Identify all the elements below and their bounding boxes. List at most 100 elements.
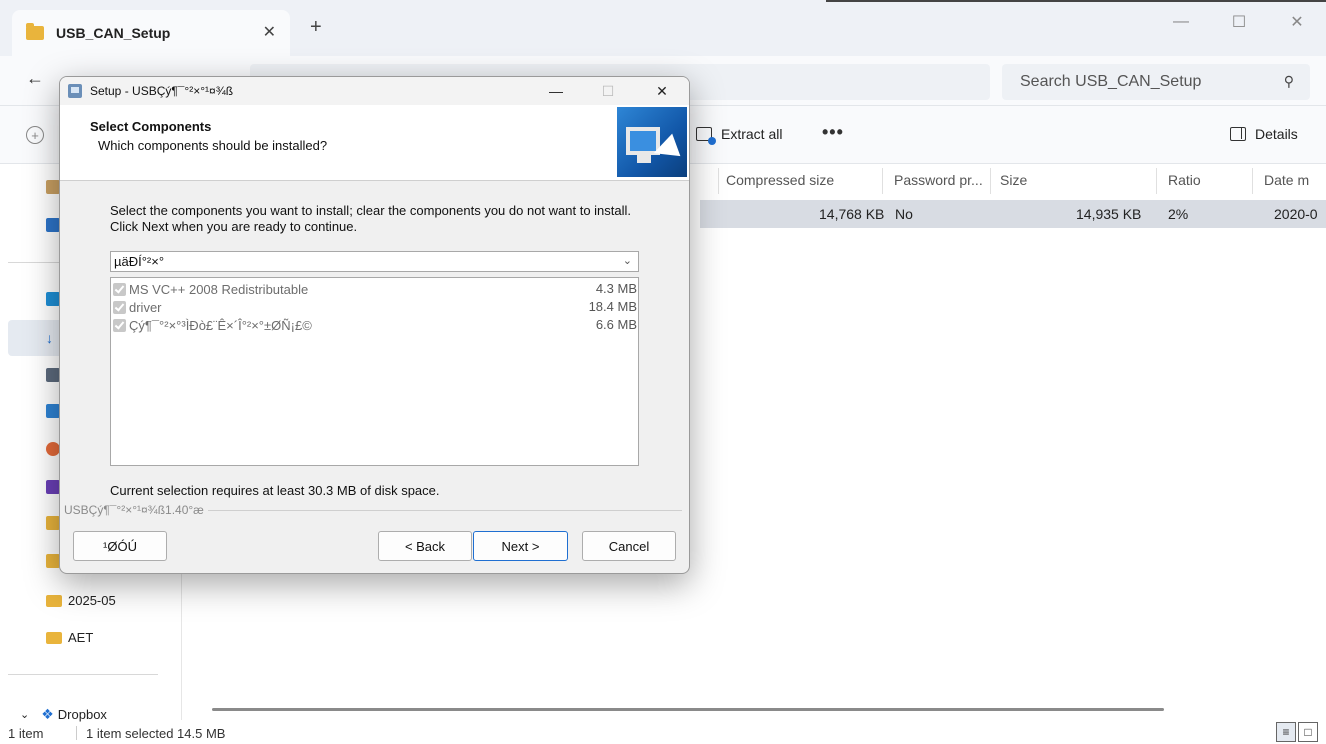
disk-space-requirement: Current selection requires at least 30.3… bbox=[110, 483, 440, 498]
more-options-button[interactable]: ••• bbox=[822, 122, 844, 143]
setup-dialog: Setup - USBÇý¶¯°²×°¹¤¾ß — ☐ ✕ Select Com… bbox=[59, 76, 690, 574]
sidebar-item-label: AET bbox=[68, 630, 94, 645]
column-divider bbox=[882, 168, 883, 194]
brand-divider bbox=[207, 509, 682, 511]
component-checkbox[interactable] bbox=[113, 301, 126, 314]
component-size: 6.6 MB bbox=[595, 317, 637, 332]
cell-size: 14,935 KB bbox=[1076, 206, 1142, 222]
sidebar-divider bbox=[8, 674, 158, 675]
gallery-icon[interactable] bbox=[46, 218, 60, 232]
extract-all-button[interactable]: Extract all bbox=[696, 126, 783, 145]
extract-icon bbox=[696, 127, 716, 145]
column-divider bbox=[718, 168, 719, 194]
chevron-down-icon[interactable]: ⌄ bbox=[20, 708, 29, 721]
tiles-view-icon[interactable]: □ bbox=[1298, 722, 1318, 742]
desktop-icon[interactable] bbox=[46, 292, 60, 306]
tab-bar: USB_CAN_Setup ✕ + — ☐ ✕ bbox=[0, 0, 1326, 56]
sidebar-item-2025-05[interactable]: 2025-05 bbox=[46, 593, 116, 608]
column-divider bbox=[1156, 168, 1157, 194]
chevron-down-icon: ⌄ bbox=[622, 255, 632, 267]
dialog-title: Setup - USBÇý¶¯°²×°¹¤¾ß bbox=[90, 84, 234, 98]
new-tab-button[interactable]: + bbox=[310, 16, 322, 39]
cancel-button[interactable]: Cancel bbox=[582, 531, 676, 561]
view-toggle: ≡ □ bbox=[1274, 722, 1318, 742]
horizontal-scrollbar[interactable] bbox=[212, 708, 1164, 711]
list-item[interactable]: MS VC++ 2008 Redistributable 4.3 MB bbox=[113, 281, 638, 298]
search-input[interactable]: Search USB_CAN_Setup bbox=[1020, 73, 1201, 91]
column-headers: Compressed size Password pr... Size Rati… bbox=[700, 164, 1326, 198]
dialog-maximize-button: ☐ bbox=[601, 82, 615, 99]
column-divider bbox=[1252, 168, 1253, 194]
minimize-button[interactable]: — bbox=[1152, 6, 1210, 38]
dialog-minimize-button[interactable]: — bbox=[534, 77, 578, 105]
details-label: Details bbox=[1255, 126, 1298, 142]
sidebar-item-aet[interactable]: AET bbox=[46, 630, 93, 645]
list-item[interactable]: driver 18.4 MB bbox=[113, 299, 638, 316]
status-bar: 1 item 1 item selected 14.5 MB ≡ □ bbox=[0, 722, 1326, 744]
tab-close-icon[interactable]: ✕ bbox=[263, 22, 276, 42]
back-arrow-icon[interactable]: ← bbox=[26, 68, 44, 89]
search-box[interactable]: Search USB_CAN_Setup ⚲ bbox=[1002, 64, 1310, 100]
videos-icon[interactable] bbox=[46, 480, 60, 494]
next-button[interactable]: Next > bbox=[473, 531, 568, 561]
sidebar-item-label: Dropbox bbox=[57, 707, 107, 722]
back-button[interactable]: < Back bbox=[378, 531, 472, 561]
column-ratio[interactable]: Ratio bbox=[1168, 172, 1201, 188]
column-date-modified[interactable]: Date m bbox=[1264, 172, 1309, 188]
installer-brand: USBÇý¶¯°²×°¹¤¾ß1.40°æ bbox=[64, 503, 688, 517]
column-size[interactable]: Size bbox=[1000, 172, 1027, 188]
downloads-icon: ↓ bbox=[46, 330, 53, 346]
folder-icon[interactable] bbox=[46, 554, 60, 568]
cell-date: 2020-0 bbox=[1274, 206, 1318, 222]
folder-icon bbox=[26, 23, 44, 40]
details-pane-icon bbox=[1230, 127, 1246, 141]
details-view-icon[interactable]: ≡ bbox=[1276, 722, 1296, 742]
components-list[interactable]: MS VC++ 2008 Redistributable 4.3 MB driv… bbox=[110, 277, 639, 466]
item-count: 1 item bbox=[8, 726, 44, 741]
monitor-stand-shape bbox=[637, 155, 651, 163]
list-item[interactable]: Çý¶¯°²×°³ÌÐò£¨Ê×´Î°²×°±ØÑ¡£© 6.6 MB bbox=[113, 317, 638, 334]
status-divider bbox=[76, 726, 77, 740]
window-edge bbox=[826, 0, 1326, 2]
wizard-header: Select Components Which components shoul… bbox=[60, 105, 689, 181]
dropbox-icon: ❖ bbox=[41, 706, 54, 722]
wizard-body: Select the components you want to instal… bbox=[60, 181, 689, 517]
setup-monitor-icon bbox=[617, 107, 687, 177]
search-icon: ⚲ bbox=[1283, 73, 1294, 89]
cell-ratio: 2% bbox=[1168, 206, 1189, 222]
documents-icon[interactable] bbox=[46, 368, 60, 382]
component-name: MS VC++ 2008 Redistributable bbox=[129, 282, 309, 297]
column-password[interactable]: Password pr... bbox=[894, 172, 983, 188]
details-button[interactable]: Details bbox=[1230, 126, 1298, 142]
column-compressed-size[interactable]: Compressed size bbox=[726, 172, 834, 188]
window-controls: — ☐ ✕ bbox=[1152, 6, 1326, 38]
music-icon[interactable] bbox=[46, 442, 60, 456]
component-size: 18.4 MB bbox=[588, 299, 637, 314]
about-button[interactable]: ¹ØÓÚ bbox=[73, 531, 167, 561]
cell-password: No bbox=[895, 206, 913, 222]
close-button[interactable]: ✕ bbox=[1268, 6, 1326, 38]
tab-usb-can-setup[interactable]: USB_CAN_Setup ✕ bbox=[12, 10, 290, 56]
maximize-button[interactable]: ☐ bbox=[1210, 6, 1268, 38]
selection-info: 1 item selected 14.5 MB bbox=[86, 726, 226, 741]
component-checkbox[interactable] bbox=[113, 319, 126, 332]
component-checkbox[interactable] bbox=[113, 283, 126, 296]
install-type-value: µäÐÍ°²×° bbox=[114, 254, 165, 269]
pictures-icon[interactable] bbox=[46, 404, 60, 418]
new-plus-icon[interactable]: + bbox=[26, 126, 44, 144]
setup-app-icon bbox=[68, 84, 82, 98]
component-size: 4.3 MB bbox=[595, 281, 637, 296]
sidebar-item-label: 2025-05 bbox=[68, 593, 116, 608]
home-icon[interactable] bbox=[46, 180, 60, 194]
install-type-select[interactable]: µäÐÍ°²×° ⌄ bbox=[110, 251, 639, 272]
tab-title: USB_CAN_Setup bbox=[56, 25, 171, 41]
folder-icon bbox=[46, 594, 62, 607]
dialog-close-button[interactable]: ✕ bbox=[640, 77, 684, 105]
component-name: Çý¶¯°²×°³ÌÐò£¨Ê×´Î°²×°±ØÑ¡£© bbox=[129, 318, 312, 333]
page-subtitle: Which components should be installed? bbox=[98, 138, 328, 153]
component-name: driver bbox=[129, 300, 162, 315]
table-row[interactable]: 14,768 KB No 14,935 KB 2% 2020-0 bbox=[700, 200, 1326, 228]
folder-icon[interactable] bbox=[46, 516, 60, 530]
sidebar-item-dropbox[interactable]: ⌄ ❖ Dropbox bbox=[20, 706, 107, 723]
extract-all-label: Extract all bbox=[721, 126, 783, 142]
